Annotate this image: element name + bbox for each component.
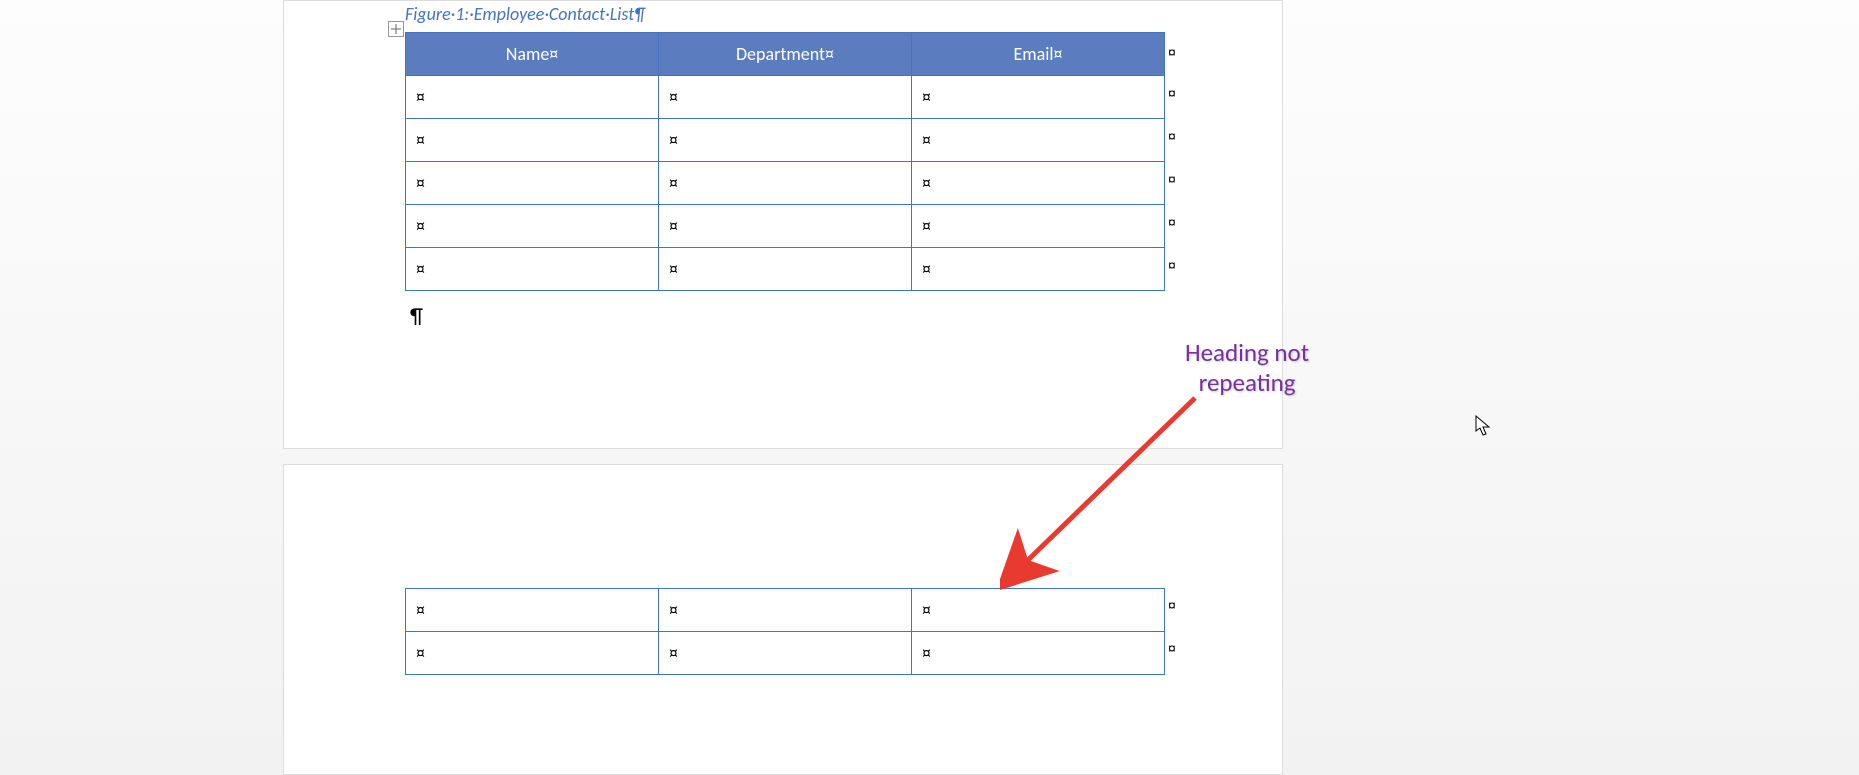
table-cell[interactable]: ¤ (912, 589, 1165, 632)
table-cell[interactable]: ¤ (659, 76, 912, 119)
employee-table-page1[interactable]: Name¤ Department¤ Email¤ ¤ ¤ ¤ ¤ ¤ ¤ ¤ ¤… (405, 32, 1165, 291)
table-cell[interactable]: ¤ (406, 162, 659, 205)
header-department[interactable]: Department¤ (659, 33, 912, 76)
table-cell[interactable]: ¤ (659, 205, 912, 248)
row-end-mark: ¤ (1168, 85, 1176, 101)
table-cell[interactable]: ¤ (406, 589, 659, 632)
row-end-mark: ¤ (1168, 257, 1176, 273)
table-cell[interactable]: ¤ (912, 119, 1165, 162)
table-cell[interactable]: ¤ (406, 205, 659, 248)
table-row[interactable]: ¤ ¤ ¤ (406, 119, 1165, 162)
annotation-label: Heading not repeating (1185, 338, 1309, 398)
table-row[interactable]: ¤ ¤ ¤ (406, 589, 1165, 632)
row-end-mark: ¤ (1168, 44, 1176, 60)
table-cell[interactable]: ¤ (912, 248, 1165, 291)
row-end-mark: ¤ (1168, 214, 1176, 230)
table-cell[interactable]: ¤ (912, 632, 1165, 675)
table-anchor-icon[interactable] (388, 21, 404, 37)
figure-caption[interactable]: Figure·1:·Employee·Contact·List¶ (405, 3, 645, 25)
table-row[interactable]: ¤ ¤ ¤ (406, 248, 1165, 291)
table-cell[interactable]: ¤ (659, 119, 912, 162)
paragraph-mark[interactable]: ¶ (410, 302, 423, 329)
row-end-mark: ¤ (1168, 597, 1176, 613)
table-cell[interactable]: ¤ (659, 162, 912, 205)
table-cell[interactable]: ¤ (912, 76, 1165, 119)
row-end-mark: ¤ (1168, 171, 1176, 187)
mouse-cursor-icon (1475, 415, 1493, 443)
table-row[interactable]: ¤ ¤ ¤ (406, 632, 1165, 675)
table-cell[interactable]: ¤ (659, 248, 912, 291)
table-cell[interactable]: ¤ (912, 205, 1165, 248)
table-cell[interactable]: ¤ (406, 632, 659, 675)
row-end-mark: ¤ (1168, 128, 1176, 144)
table-header-row[interactable]: Name¤ Department¤ Email¤ (406, 33, 1165, 76)
table-row[interactable]: ¤ ¤ ¤ (406, 205, 1165, 248)
table-row[interactable]: ¤ ¤ ¤ (406, 162, 1165, 205)
table-cell[interactable]: ¤ (659, 632, 912, 675)
header-email[interactable]: Email¤ (912, 33, 1165, 76)
table-cell[interactable]: ¤ (912, 162, 1165, 205)
table-cell[interactable]: ¤ (406, 119, 659, 162)
employee-table-page2[interactable]: ¤ ¤ ¤ ¤ ¤ ¤ (405, 588, 1165, 675)
annotation-line1: Heading not (1185, 337, 1309, 368)
table-cell[interactable]: ¤ (406, 76, 659, 119)
table-row[interactable]: ¤ ¤ ¤ (406, 76, 1165, 119)
table-cell[interactable]: ¤ (406, 248, 659, 291)
header-name[interactable]: Name¤ (406, 33, 659, 76)
row-end-mark: ¤ (1168, 640, 1176, 656)
table-cell[interactable]: ¤ (659, 589, 912, 632)
annotation-line2: repeating (1199, 367, 1296, 398)
